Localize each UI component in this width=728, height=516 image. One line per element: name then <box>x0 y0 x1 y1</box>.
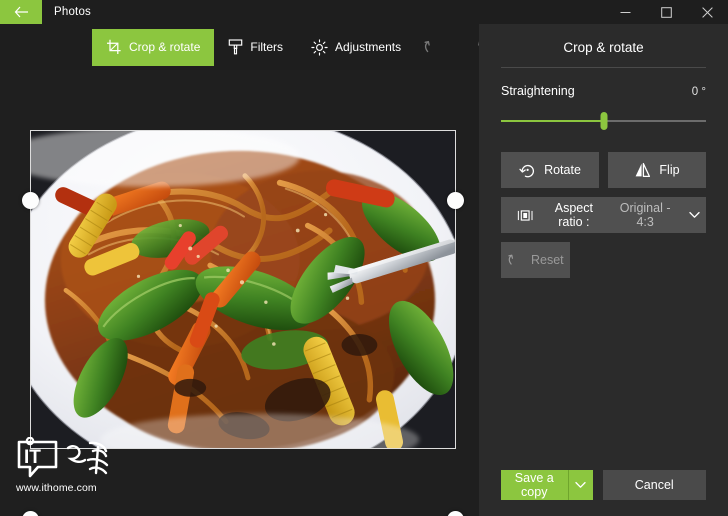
photos-app-window: Photos Crop & rotate Filters Adjustments… <box>0 0 728 516</box>
straightening-value: 0 ° <box>691 86 706 98</box>
flip-button-label: Flip <box>659 163 680 177</box>
edited-photo <box>31 131 455 448</box>
aspect-ratio-value: Original - 4:3 <box>619 201 671 229</box>
crop-handle-bottom-left[interactable] <box>22 511 39 516</box>
save-a-copy-split-button: Save a copy <box>501 470 593 500</box>
crop-handle-bottom-right[interactable] <box>447 511 464 516</box>
rotate-button[interactable]: Rotate <box>501 152 599 188</box>
title-bar: Photos <box>0 0 728 24</box>
tab-filters-label: Filters <box>250 40 284 54</box>
tab-adjustments-label: Adjustments <box>335 40 402 54</box>
aspect-ratio-label: Aspect ratio : <box>554 201 593 229</box>
crop-rotate-panel: Crop & rotate Straightening 0 ° Rotate F… <box>479 24 728 516</box>
crop-handle-top-right[interactable] <box>447 192 464 209</box>
image-canvas[interactable]: IT www.ithome.com <box>0 70 479 516</box>
save-options-dropdown[interactable] <box>567 470 593 500</box>
panel-bottom-actions: Save a copy Cancel <box>501 470 706 500</box>
close-button[interactable] <box>687 0 728 24</box>
window-controls <box>605 0 728 24</box>
cancel-button[interactable]: Cancel <box>602 470 706 500</box>
brightness-icon <box>311 38 328 56</box>
chevron-down-icon <box>689 211 700 219</box>
tab-crop-and-rotate-label: Crop & rotate <box>129 40 201 54</box>
panel-title: Crop & rotate <box>563 40 644 55</box>
tab-crop-and-rotate[interactable]: Crop & rotate <box>92 28 215 66</box>
straightening-slider[interactable] <box>501 112 706 130</box>
aspect-ratio-icon <box>517 209 533 221</box>
aspect-ratio-button[interactable]: Aspect ratio : Original - 4:3 <box>501 197 706 233</box>
panel-divider <box>501 67 706 68</box>
back-arrow-icon <box>14 6 28 18</box>
flip-icon <box>636 162 651 178</box>
rotate-icon <box>519 164 535 177</box>
undo-icon <box>424 40 430 53</box>
flip-button[interactable]: Flip <box>608 152 706 188</box>
minimize-icon <box>620 11 631 13</box>
save-a-copy-button[interactable]: Save a copy <box>501 470 568 500</box>
straightening-label: Straightening <box>501 84 575 98</box>
photo-crop-frame[interactable] <box>30 130 456 449</box>
straightening-row: Straightening 0 ° <box>501 84 706 98</box>
crop-icon <box>107 39 121 54</box>
crop-handle-top-left[interactable] <box>22 192 39 209</box>
minimize-button[interactable] <box>605 0 646 24</box>
reset-icon <box>508 254 514 265</box>
slider-fill <box>501 120 604 122</box>
reset-button[interactable]: Reset <box>501 242 570 278</box>
watermark-url: www.ithome.com <box>16 482 97 494</box>
slider-thumb[interactable] <box>600 112 607 130</box>
chevron-down-icon <box>575 481 586 488</box>
close-icon <box>702 6 713 18</box>
editor-toolbar: Crop & rotate Filters Adjustments <box>0 24 484 70</box>
window-title: Photos <box>54 6 92 18</box>
reset-button-label: Reset <box>531 253 564 267</box>
tab-adjustments[interactable]: Adjustments <box>297 29 415 66</box>
svg-text:IT: IT <box>24 447 41 468</box>
rotate-button-label: Rotate <box>544 163 581 177</box>
tab-filters[interactable]: Filters <box>214 29 297 66</box>
undo-button[interactable] <box>415 30 449 64</box>
back-button[interactable] <box>0 0 42 24</box>
transform-buttons: Rotate Flip <box>501 152 706 188</box>
maximize-button[interactable] <box>646 0 687 24</box>
brush-icon <box>229 39 243 55</box>
maximize-icon <box>661 6 672 18</box>
